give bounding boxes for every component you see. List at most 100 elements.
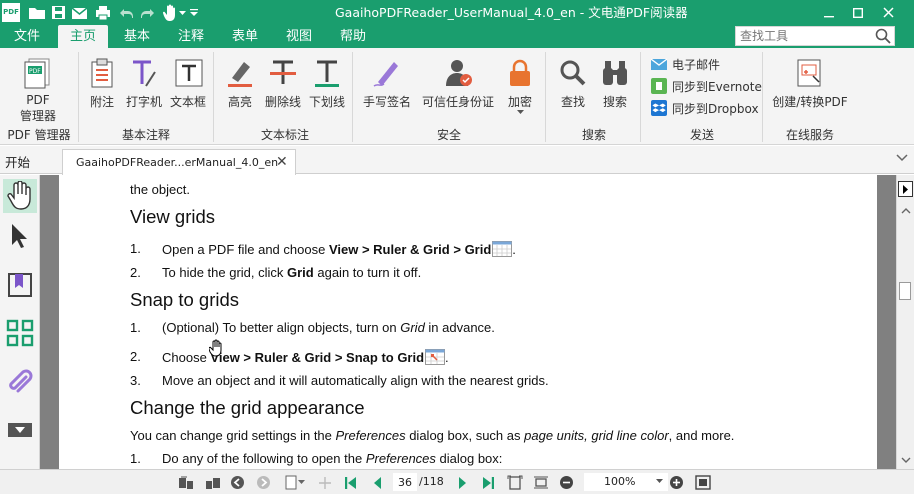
minimize-button[interactable] bbox=[814, 0, 844, 25]
customize-quick-access-icon[interactable] bbox=[190, 3, 198, 22]
start-tab[interactable]: 开始 bbox=[5, 152, 30, 171]
strikeout-button[interactable]: 删除线 bbox=[261, 56, 305, 116]
find-magnifier-icon bbox=[560, 60, 586, 86]
step-text: Open a PDF file and choose View > Ruler … bbox=[162, 241, 516, 260]
typewriter-icon bbox=[133, 60, 156, 87]
print-icon[interactable] bbox=[95, 3, 111, 22]
select-tool-button[interactable] bbox=[3, 219, 37, 253]
typewriter-label: 打字机 bbox=[125, 95, 162, 109]
fit-cross-icon[interactable] bbox=[316, 474, 333, 491]
next-view-icon[interactable] bbox=[255, 474, 272, 491]
scroll-down-icon[interactable] bbox=[901, 457, 911, 464]
maximize-button[interactable] bbox=[843, 0, 873, 25]
scroll-up-icon[interactable] bbox=[901, 207, 911, 214]
highlight-button[interactable]: 高亮 bbox=[222, 56, 258, 116]
undo-icon[interactable] bbox=[119, 3, 134, 22]
full-screen-icon[interactable] bbox=[694, 474, 711, 491]
step-number: 1. bbox=[130, 320, 141, 335]
create-convert-pdf-button[interactable]: 创建/转换PDF bbox=[768, 56, 852, 116]
vertical-scrollbar[interactable] bbox=[896, 175, 914, 469]
heading-change-grid-appearance: Change the grid appearance bbox=[130, 397, 365, 418]
bookmarks-panel-button[interactable] bbox=[3, 268, 37, 302]
title-bar: PDF GaaihoPDFReader_UserManual_4.0_en - … bbox=[0, 0, 914, 25]
panel-expand-button[interactable] bbox=[898, 181, 913, 197]
tab-comment[interactable]: 注释 bbox=[168, 25, 214, 48]
tab-help[interactable]: 帮助 bbox=[330, 25, 376, 48]
zoom-out-icon[interactable] bbox=[558, 474, 575, 491]
tab-view[interactable]: 视图 bbox=[276, 25, 322, 48]
hand-dropdown-icon[interactable] bbox=[179, 3, 186, 22]
rotate-right-icon[interactable] bbox=[204, 474, 221, 491]
tab-file[interactable]: 文件 bbox=[4, 25, 50, 48]
find-button[interactable]: 查找 bbox=[555, 56, 591, 116]
encrypt-button[interactable]: 加密 bbox=[502, 56, 538, 126]
last-page-icon[interactable] bbox=[480, 474, 497, 491]
email-send-icon bbox=[651, 57, 667, 70]
group-security: 安全 bbox=[436, 128, 461, 142]
attachments-panel-button[interactable] bbox=[3, 365, 37, 399]
document-tab[interactable]: GaaihoPDFReader...erManual_4.0_en ✕ bbox=[62, 149, 296, 175]
trusted-id-button[interactable]: 可信任身份证 bbox=[417, 56, 499, 116]
tool-search-input[interactable] bbox=[736, 27, 874, 45]
scrollbar-thumb[interactable] bbox=[899, 282, 911, 300]
underline-label: 下划线 bbox=[308, 95, 345, 109]
pdf-manager-button[interactable]: PDF PDF 管理器 bbox=[12, 56, 64, 123]
search-button[interactable]: 搜索 bbox=[597, 56, 633, 116]
redo-icon[interactable] bbox=[140, 3, 155, 22]
evernote-icon bbox=[651, 78, 667, 94]
close-window-button[interactable] bbox=[873, 0, 903, 25]
textbox-button[interactable]: 文本框 bbox=[166, 56, 210, 116]
ribbon-separator bbox=[78, 52, 79, 142]
create-pdf-icon bbox=[797, 59, 821, 87]
close-tab-icon[interactable]: ✕ bbox=[276, 154, 288, 170]
strikeout-icon bbox=[270, 60, 296, 84]
sync-dropbox-button[interactable]: 同步到Dropbox bbox=[651, 99, 759, 117]
group-online-service: 在线服务 bbox=[785, 128, 834, 142]
fit-page-icon[interactable] bbox=[506, 474, 523, 491]
tool-search-box[interactable] bbox=[735, 26, 895, 46]
save-icon[interactable] bbox=[51, 3, 66, 22]
zoom-select[interactable]: 100% bbox=[584, 473, 668, 491]
step-text: (Optional) To better align objects, turn… bbox=[162, 320, 495, 335]
step-text: Choose View > Ruler & Grid > Snap to Gri… bbox=[162, 349, 449, 368]
previous-view-icon[interactable] bbox=[229, 474, 246, 491]
step-number: 3. bbox=[130, 373, 141, 388]
handwritten-signature-button[interactable]: 手写签名 bbox=[358, 56, 416, 116]
paragraph-text: You can change grid settings in the Pref… bbox=[130, 428, 735, 443]
pdf-manager-icon: PDF bbox=[24, 58, 50, 89]
ribbon-separator bbox=[213, 52, 214, 142]
open-file-icon[interactable] bbox=[28, 3, 46, 22]
more-panels-button[interactable] bbox=[3, 413, 37, 447]
note-button[interactable]: 附注 bbox=[84, 56, 120, 116]
next-page-icon[interactable] bbox=[454, 474, 471, 491]
current-page-input[interactable] bbox=[393, 473, 417, 491]
underline-button[interactable]: 下划线 bbox=[305, 56, 349, 116]
find-label: 查找 bbox=[560, 95, 585, 109]
tab-forms[interactable]: 表单 bbox=[222, 25, 268, 48]
sync-evernote-button[interactable]: 同步到Evernote bbox=[651, 77, 762, 95]
ribbon: PDF PDF 管理器 PDF 管理器 附注 打字机 文本框 基本注释 高亮 删… bbox=[0, 48, 914, 145]
email-icon[interactable] bbox=[71, 3, 88, 22]
previous-page-icon[interactable] bbox=[369, 474, 386, 491]
first-page-icon[interactable] bbox=[342, 474, 359, 491]
tab-basic[interactable]: 基本 bbox=[114, 25, 160, 48]
rotate-left-icon[interactable] bbox=[177, 474, 194, 491]
zoom-dropdown-icon[interactable] bbox=[656, 479, 663, 484]
svg-text:PDF: PDF bbox=[29, 68, 41, 75]
hand-tool-button[interactable] bbox=[3, 179, 37, 213]
thumbnails-panel-button[interactable] bbox=[3, 316, 37, 350]
send-email-button[interactable]: 电子邮件 bbox=[651, 55, 720, 73]
hand-tool-icon[interactable] bbox=[162, 3, 178, 22]
tab-home[interactable]: 主页 bbox=[58, 25, 108, 48]
fit-width-icon[interactable] bbox=[532, 474, 549, 491]
bookmark-icon bbox=[8, 273, 32, 297]
typewriter-button[interactable]: 打字机 bbox=[122, 56, 166, 116]
document-tab-title: GaaihoPDFReader...erManual_4.0_en bbox=[76, 156, 279, 169]
document-viewport[interactable]: the object. View grids 1. Open a PDF fil… bbox=[40, 175, 896, 469]
binoculars-icon bbox=[603, 61, 627, 85]
chevron-down-icon[interactable] bbox=[517, 110, 524, 115]
search-icon[interactable] bbox=[875, 28, 891, 47]
page-layout-dropdown-icon[interactable] bbox=[297, 474, 306, 491]
tab-list-chevron-icon[interactable] bbox=[896, 154, 908, 162]
zoom-in-icon[interactable] bbox=[668, 474, 685, 491]
